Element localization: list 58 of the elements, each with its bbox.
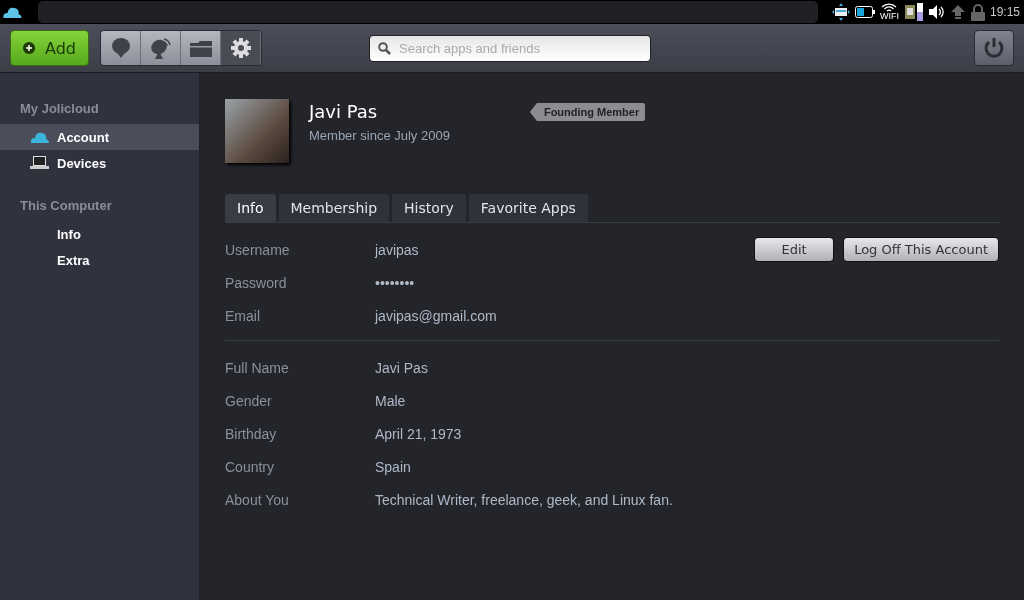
search-field[interactable]: Search apps and friends — [369, 34, 651, 62]
settings-icon — [229, 37, 252, 59]
volume-icon[interactable] — [928, 5, 945, 19]
profile-name: Javi Pas — [309, 101, 379, 122]
wifi-icon — [881, 3, 898, 12]
satellite-dish-icon — [148, 36, 173, 60]
field-value: Male — [375, 392, 406, 409]
field-value: •••••••• — [375, 274, 415, 291]
sidebar-item[interactable]: Devices — [0, 150, 199, 176]
laptop-icon — [30, 156, 49, 170]
search-icon — [378, 41, 391, 55]
field-label: Birthday — [225, 425, 278, 442]
field-label: Country — [225, 458, 276, 475]
power-icon — [983, 37, 1005, 59]
section-title: This Computer — [19, 197, 113, 215]
nav-button[interactable] — [221, 31, 261, 65]
search-input[interactable]: Search apps and friends — [397, 39, 642, 57]
tab[interactable]: Membership — [278, 194, 390, 222]
action-button[interactable]: Edit — [754, 237, 835, 262]
field-value: javipas — [375, 241, 419, 258]
field-value: Javi Pas — [375, 359, 428, 376]
field-value: javipas@gmail.com — [375, 307, 497, 324]
field-label: About You — [225, 491, 290, 508]
clock: 19:15 — [989, 5, 1020, 19]
member-tag: Founding Member — [529, 103, 646, 121]
cpu-meter-icon[interactable] — [903, 3, 924, 21]
field-label: Password — [225, 274, 288, 291]
sidebar-item[interactable]: Account — [0, 124, 199, 150]
tab[interactable]: Info — [225, 194, 276, 222]
tab[interactable]: Favorite Apps — [468, 194, 588, 222]
add-button[interactable]: Add — [10, 30, 89, 66]
nav-button[interactable] — [181, 31, 221, 65]
tab[interactable]: History — [392, 194, 466, 222]
field-label: Gender — [225, 392, 273, 409]
sidebar-item[interactable]: Info — [0, 221, 199, 247]
field-label: Full Name — [225, 359, 290, 376]
sidebar-item[interactable]: Extra — [0, 247, 199, 273]
folder-icon — [188, 38, 213, 58]
member-since: Member since July 2009 — [309, 128, 450, 143]
field-value: Spain — [375, 458, 411, 475]
photo-placeholder — [225, 99, 289, 163]
field-label: Email — [225, 307, 261, 324]
nav-button[interactable] — [141, 31, 181, 65]
field-label: Username — [225, 241, 291, 258]
section-title: My Jolicloud — [19, 100, 100, 118]
plus-icon — [23, 40, 35, 56]
power-button[interactable] — [974, 30, 1014, 66]
display-icon[interactable] — [831, 3, 850, 21]
up-arrow-icon[interactable] — [949, 4, 966, 20]
nav-button[interactable] — [101, 31, 141, 65]
field-value: April 21, 1973 — [375, 425, 462, 442]
battery-icon[interactable] — [854, 6, 875, 18]
cloud-icon[interactable] — [2, 6, 22, 18]
field-value: Technical Writer, freelance, geek, and Linux fan. — [375, 491, 673, 508]
action-button[interactable]: Log Off This Account — [843, 237, 999, 262]
cloud-icon — [30, 131, 49, 143]
lock-icon[interactable] — [970, 3, 985, 21]
wifi-indicator[interactable]: WIFI — [879, 3, 899, 21]
